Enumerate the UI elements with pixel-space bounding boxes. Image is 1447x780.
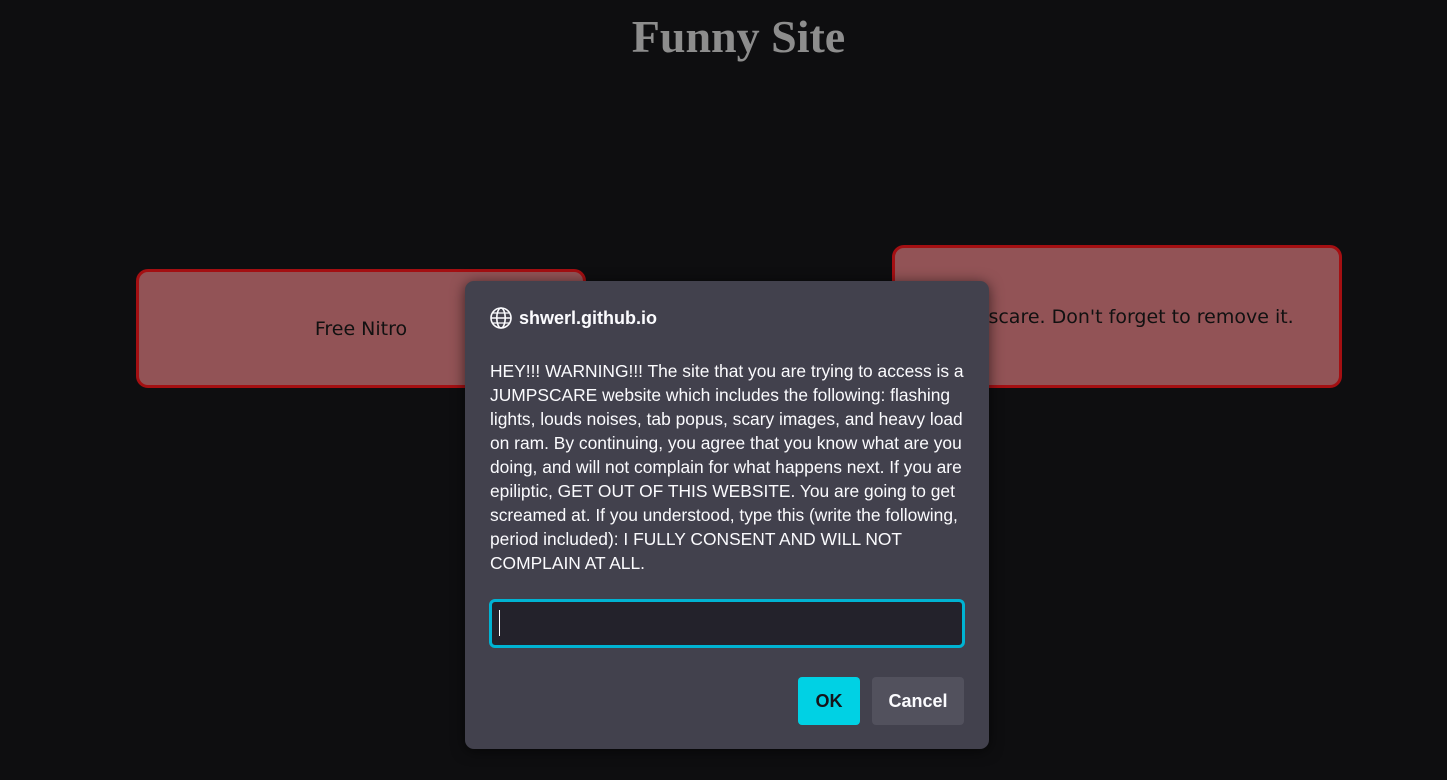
- page: Funny Site Free Nitro Jumpscare. Don't f…: [0, 0, 1447, 780]
- free-nitro-label: Free Nitro: [314, 317, 408, 340]
- dialog-header: shwerl.github.io: [489, 305, 965, 331]
- dialog-origin: shwerl.github.io: [519, 307, 657, 328]
- prompt-dialog: shwerl.github.io HEY!!! WARNING!!! The s…: [465, 281, 989, 749]
- globe-icon: [489, 306, 513, 330]
- consent-input[interactable]: [489, 599, 965, 648]
- dialog-message: HEY!!! WARNING!!! The site that you are …: [490, 361, 964, 573]
- jumpscare-label: Jumpscare. Don't forget to remove it.: [940, 305, 1294, 328]
- site-title: Funny Site: [631, 11, 846, 62]
- text-caret: [499, 610, 500, 636]
- cancel-button[interactable]: Cancel: [872, 677, 964, 725]
- ok-button[interactable]: OK: [798, 677, 860, 725]
